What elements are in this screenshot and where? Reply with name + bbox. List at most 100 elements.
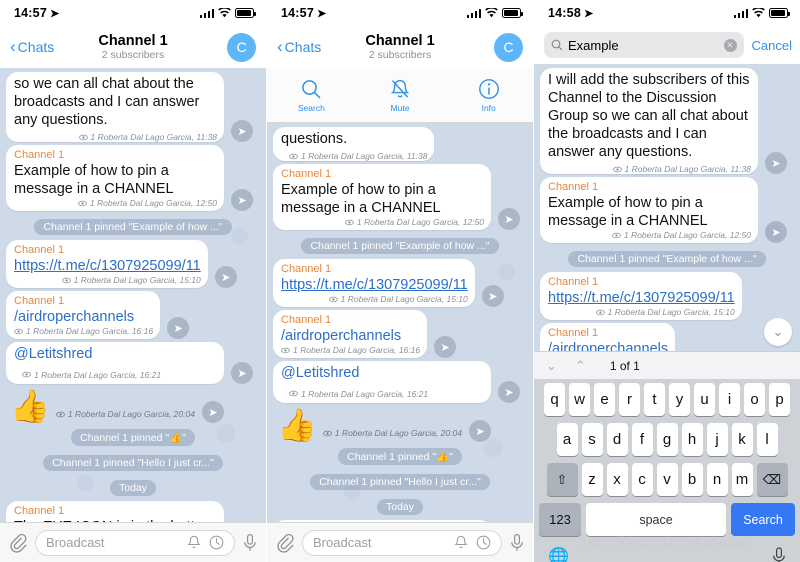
clear-search-icon[interactable]: ✕ <box>723 38 737 52</box>
message-row[interactable]: Channel 1 /airdroperchannels 1 Roberta D… <box>0 291 266 342</box>
message-row[interactable]: Channel 1 https://t.me/c/1307925099/11 1… <box>0 240 266 291</box>
message-row[interactable]: so we can all chat about the broadcasts … <box>0 72 266 145</box>
key-m[interactable]: m <box>731 463 753 496</box>
message-bubble[interactable]: Channel 1 https://t.me/c/1307925099/11 1… <box>540 272 742 320</box>
microphone-icon[interactable] <box>510 533 524 553</box>
message-row[interactable]: Channel 1 Example of how to pin a messag… <box>0 145 266 214</box>
back-button[interactable]: ‹ Chats <box>277 38 321 55</box>
key-n[interactable]: n <box>706 463 728 496</box>
key-p[interactable]: p <box>769 383 790 416</box>
message-bubble[interactable]: @Letitshred 1 Roberta Dal Lago Garcia, 1… <box>273 361 491 403</box>
forward-button[interactable]: ➤ <box>765 152 787 174</box>
space-key[interactable]: space <box>586 503 726 536</box>
message-bubble[interactable]: Channel 1 Example of how to pin a messag… <box>540 177 758 243</box>
cancel-button[interactable]: Cancel <box>752 38 792 53</box>
mute-action-button[interactable]: Mute <box>356 68 445 122</box>
message-row[interactable]: Channel 1 Example of how to pin a messag… <box>267 164 533 233</box>
message-bubble[interactable]: @Letitshred 1 Roberta Dal Lago Garcia, 1… <box>6 342 224 384</box>
key-e[interactable]: e <box>594 383 615 416</box>
key-j[interactable]: j <box>706 423 728 456</box>
message-mention[interactable]: @Letitshred <box>281 365 359 381</box>
forward-button[interactable]: ➤ <box>214 266 237 288</box>
message-bubble[interactable]: Channel 1 https://t.me/c/1307925099/11 1… <box>273 259 475 307</box>
message-bubble[interactable]: Channel 1 https://t.me/c/1307925099/11 1… <box>6 240 208 288</box>
key-i[interactable]: i <box>719 383 740 416</box>
microphone-icon[interactable] <box>243 533 257 553</box>
avatar[interactable]: C <box>227 32 256 62</box>
key-l[interactable]: l <box>756 423 778 456</box>
backspace-key[interactable]: ⌫ <box>756 463 788 496</box>
forward-button[interactable]: ➤ <box>201 401 224 423</box>
message-row[interactable]: 👍 1 Roberta Dal Lago Garcia, 20:04 ➤ <box>0 387 266 425</box>
key-u[interactable]: u <box>694 383 715 416</box>
message-list[interactable]: questions. 1 Roberta Dal Lago Garcia, 11… <box>267 123 533 562</box>
message-mention[interactable]: @Letitshred <box>14 346 92 362</box>
bell-icon[interactable] <box>454 535 468 550</box>
schedule-icon[interactable] <box>476 535 491 550</box>
shift-key[interactable]: ⇧ <box>546 463 578 496</box>
key-d[interactable]: d <box>606 423 628 456</box>
key-g[interactable]: g <box>656 423 678 456</box>
key-q[interactable]: q <box>544 383 565 416</box>
message-bubble[interactable]: questions. 1 Roberta Dal Lago Garcia, 11… <box>273 127 435 161</box>
message-bubble[interactable]: Channel 1 /airdroperchannels 1 Roberta D… <box>6 291 161 339</box>
message-link[interactable]: https://t.me/c/1307925099/11 <box>14 257 201 275</box>
key-z[interactable]: z <box>581 463 603 496</box>
search-prev-icon[interactable]: ⌄ <box>546 358 557 374</box>
numbers-key[interactable]: 123 <box>539 503 581 536</box>
forward-button[interactable]: ➤ <box>468 420 491 442</box>
scroll-to-bottom-button[interactable]: ⌄ <box>764 318 792 346</box>
keyboard-search-key[interactable]: Search <box>731 503 795 536</box>
search-action-button[interactable]: Search <box>267 68 356 122</box>
message-input[interactable]: Broadcast <box>302 529 502 556</box>
forward-button[interactable]: ➤ <box>167 317 190 339</box>
key-y[interactable]: y <box>669 383 690 416</box>
forward-button[interactable]: ➤ <box>231 120 253 142</box>
message-row[interactable]: 👍 1 Roberta Dal Lago Garcia, 20:04 ➤ <box>267 406 533 444</box>
key-r[interactable]: r <box>619 383 640 416</box>
message-row[interactable]: Channel 1 https://t.me/c/1307925099/11 1… <box>267 259 533 310</box>
message-row[interactable]: Channel 1 /airdroperchannels 1 Roberta D… <box>267 310 533 361</box>
bell-icon[interactable] <box>187 535 201 550</box>
message-bubble[interactable]: Channel 1 Example of how to pin a messag… <box>273 164 491 230</box>
avatar[interactable]: C <box>494 32 523 62</box>
forward-button[interactable]: ➤ <box>231 189 253 211</box>
message-row[interactable]: @Letitshred 1 Roberta Dal Lago Garcia, 1… <box>267 361 533 406</box>
forward-button[interactable]: ➤ <box>231 362 253 384</box>
key-h[interactable]: h <box>681 423 703 456</box>
message-command[interactable]: /airdroperchannels <box>281 327 420 345</box>
key-w[interactable]: w <box>569 383 590 416</box>
forward-button[interactable]: ➤ <box>498 208 520 230</box>
message-command[interactable]: /airdroperchannels <box>14 308 153 326</box>
message-link[interactable]: https://t.me/c/1307925099/11 <box>548 289 735 307</box>
forward-button[interactable]: ➤ <box>434 336 457 358</box>
schedule-icon[interactable] <box>209 535 224 550</box>
message-row[interactable]: questions. 1 Roberta Dal Lago Garcia, 11… <box>267 127 533 164</box>
forward-button[interactable]: ➤ <box>481 285 504 307</box>
dictation-icon[interactable] <box>772 547 786 562</box>
search-next-icon[interactable]: ⌃ <box>575 358 586 374</box>
message-link[interactable]: https://t.me/c/1307925099/11 <box>281 276 468 294</box>
search-input[interactable]: Example ✕ <box>544 32 744 58</box>
key-b[interactable]: b <box>681 463 703 496</box>
key-a[interactable]: a <box>556 423 578 456</box>
message-list[interactable]: so we can all chat about the broadcasts … <box>0 68 266 562</box>
key-x[interactable]: x <box>606 463 628 496</box>
key-v[interactable]: v <box>656 463 678 496</box>
key-c[interactable]: c <box>631 463 653 496</box>
message-row[interactable]: I will add the subscribers of this Chann… <box>534 68 800 177</box>
forward-button[interactable]: ➤ <box>765 221 787 243</box>
message-bubble[interactable]: Channel 1 /airdroperchannels 1 Roberta D… <box>273 310 428 358</box>
message-bubble[interactable]: I will add the subscribers of this Chann… <box>540 68 758 174</box>
back-button[interactable]: ‹ Chats <box>10 38 54 55</box>
globe-icon[interactable]: 🌐 <box>548 547 569 562</box>
attach-icon[interactable] <box>276 533 294 553</box>
message-row[interactable]: Channel 1 https://t.me/c/1307925099/11 1… <box>534 272 800 323</box>
info-action-button[interactable]: Info <box>444 68 533 122</box>
attach-icon[interactable] <box>9 533 27 553</box>
key-k[interactable]: k <box>731 423 753 456</box>
message-row[interactable]: Channel 1 Example of how to pin a messag… <box>534 177 800 246</box>
message-row[interactable]: @Letitshred 1 Roberta Dal Lago Garcia, 1… <box>0 342 266 387</box>
message-input[interactable]: Broadcast <box>35 529 235 556</box>
message-bubble[interactable]: Channel 1 Example of how to pin a messag… <box>6 145 224 211</box>
